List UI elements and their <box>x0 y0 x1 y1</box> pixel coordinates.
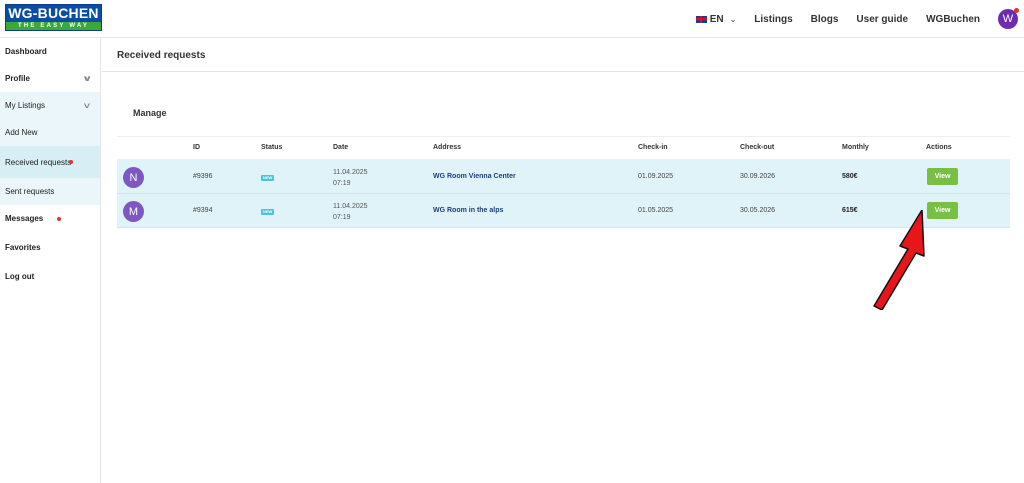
check-out-date: 30.05.2026 <box>740 207 776 214</box>
sidebar-item-log-out[interactable]: Log out <box>0 263 100 290</box>
nav-link-account-name[interactable]: WGBuchen <box>926 14 980 25</box>
sidebar-item-label: Sent requests <box>5 187 55 196</box>
request-date: 11.04.2025 07:19 <box>333 201 368 223</box>
request-date-day: 11.04.2025 <box>333 169 368 176</box>
request-date: 11.04.2025 07:19 <box>333 167 368 189</box>
status-badge: NEW <box>261 209 275 215</box>
check-out-date: 30.09.2026 <box>740 173 776 180</box>
divider <box>101 71 1024 72</box>
nav-link-user-guide[interactable]: User guide <box>856 14 908 25</box>
user-avatar-initial: W <box>1002 13 1014 25</box>
top-nav: EN ⌄ Listings Blogs User guide WGBuchen … <box>695 0 1024 38</box>
notification-dot <box>69 160 74 164</box>
request-date-time: 07:19 <box>333 214 351 221</box>
notification-dot <box>1014 8 1019 13</box>
sidebar-item-label: Favorites <box>5 243 41 252</box>
column-header-actions: Actions <box>926 144 952 151</box>
sidebar-item-label: My Listings <box>5 101 46 110</box>
sidebar: Dashboard Profile ∨ My Listings ∨ Add Ne… <box>0 38 101 483</box>
sidebar-item-dashboard[interactable]: Dashboard <box>0 38 100 65</box>
request-id: #9394 <box>193 207 213 214</box>
view-button[interactable]: View <box>927 168 958 185</box>
logo-tagline: THE EASY WAY <box>6 22 101 30</box>
sidebar-item-favorites[interactable]: Favorites <box>0 232 100 263</box>
nav-link-blogs[interactable]: Blogs <box>811 14 839 25</box>
sidebar-item-add-new[interactable]: Add New <box>0 119 100 146</box>
requester-initial: M <box>128 205 139 218</box>
page-title: Received requests <box>117 50 206 61</box>
section-heading: Manage <box>133 108 167 118</box>
request-date-day: 11.04.2025 <box>333 203 368 210</box>
user-avatar[interactable]: W <box>998 8 1019 29</box>
request-date-time: 07:19 <box>333 180 351 187</box>
sidebar-item-label: Profile <box>5 74 30 83</box>
column-header-id: ID <box>193 144 200 151</box>
requester-initial: N <box>129 171 138 184</box>
uk-flag-icon <box>695 15 707 23</box>
column-header-date: Date <box>333 144 349 151</box>
requester-avatar: M <box>123 201 144 222</box>
requester-avatar: N <box>123 167 144 188</box>
check-in-date: 01.05.2025 <box>638 207 674 214</box>
sidebar-item-label: Add New <box>5 128 38 137</box>
sidebar-item-sent-requests[interactable]: Sent requests <box>0 178 100 205</box>
listing-address-link[interactable]: WG Room Vienna Center <box>433 173 516 180</box>
sidebar-item-label: Received requests <box>5 157 72 167</box>
sidebar-item-label: Messages <box>5 214 44 223</box>
column-header-check-out: Check-out <box>740 144 775 151</box>
sidebar-item-profile[interactable]: Profile ∨ <box>0 65 100 92</box>
column-header-monthly: Monthly <box>842 144 869 151</box>
language-selector[interactable]: EN ⌄ <box>695 13 737 25</box>
chevron-down-icon: ∨ <box>82 101 92 110</box>
sidebar-item-messages[interactable]: Messages <box>0 205 100 232</box>
language-label: EN <box>709 13 724 25</box>
nav-link-listings[interactable]: Listings <box>754 14 792 25</box>
monthly-price: 615€ <box>842 207 858 214</box>
column-header-check-in: Check-in <box>638 144 668 151</box>
table-row: N #9396 NEW 11.04.2025 07:19 WG Room Vie… <box>117 160 1010 194</box>
top-navigation-bar: WG-BUCHEN THE EASY WAY EN ⌄ Listings Blo… <box>0 0 1024 38</box>
check-in-date: 01.09.2025 <box>638 173 674 180</box>
listing-address-link[interactable]: WG Room in the alps <box>433 207 503 214</box>
status-badge: NEW <box>261 175 275 181</box>
monthly-price: 580€ <box>842 173 858 180</box>
wg-buchen-logo[interactable]: WG-BUCHEN THE EASY WAY <box>5 4 102 31</box>
red-arrow-annotation-icon <box>873 210 925 310</box>
request-id: #9396 <box>193 173 213 180</box>
sidebar-item-label: Dashboard <box>5 47 47 56</box>
sidebar-item-label: Log out <box>5 272 35 281</box>
table-header: ID Status Date Address Check-in Check-ou… <box>117 136 1010 160</box>
logo-title: WG-BUCHEN <box>6 5 101 22</box>
sidebar-item-received-requests[interactable]: Received requests <box>0 146 100 178</box>
chevron-down-icon: ⌄ <box>729 14 737 24</box>
column-header-status: Status <box>261 144 283 151</box>
sidebar-item-my-listings[interactable]: My Listings ∨ <box>0 92 100 119</box>
notification-dot <box>57 216 62 221</box>
column-header-address: Address <box>433 144 462 151</box>
chevron-down-icon: ∨ <box>81 74 92 83</box>
